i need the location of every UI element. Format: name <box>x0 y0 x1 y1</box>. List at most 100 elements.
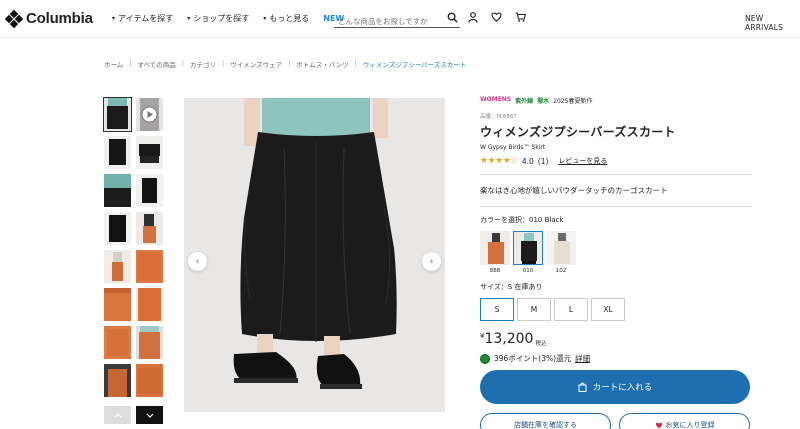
search-box <box>334 9 460 31</box>
shopping-bag-icon <box>578 382 587 392</box>
add-to-wishlist-button[interactable]: お気に入り登録 <box>619 413 750 429</box>
logo-mark-icon <box>4 9 24 28</box>
thumbnail[interactable] <box>104 174 131 207</box>
thumbnail-gallery <box>103 97 163 397</box>
product-tags: WOMENS 紫外線 撥水 2025春夏新作 <box>480 96 752 105</box>
nav-item-find-items[interactable]: ▾ アイテムを探す <box>112 13 173 24</box>
thumbnail[interactable] <box>136 288 163 321</box>
size-option-s[interactable]: S <box>480 298 514 321</box>
thumbnail[interactable] <box>136 212 163 245</box>
search-input[interactable] <box>334 12 438 31</box>
breadcrumb-separator: | <box>354 59 357 67</box>
view-reviews-link[interactable]: レビューを見る <box>558 156 607 166</box>
add-to-wishlist-label: お気に入り登録 <box>665 421 715 429</box>
cart-icon[interactable] <box>515 12 526 22</box>
size-option-m[interactable]: M <box>517 298 551 321</box>
thumbnail-scroll-down-button[interactable] <box>136 406 163 424</box>
product-title: ウィメンズジプシーバーズスカート <box>480 125 676 139</box>
product-subtitle: W Gypsy Birds™ Skirt <box>480 144 546 151</box>
thumbnail[interactable] <box>136 174 163 207</box>
next-image-button[interactable]: › <box>422 252 441 271</box>
breadcrumb-separator: | <box>129 59 132 67</box>
price: ¥ 13,200 税込 <box>480 331 752 347</box>
thumbnail[interactable] <box>104 212 131 245</box>
previous-image-button[interactable]: ‹ <box>188 252 207 271</box>
chevron-down-icon <box>146 413 153 418</box>
add-to-cart-button[interactable]: カートに入れる <box>480 370 750 404</box>
nav-item-more[interactable]: ▾ もっと見る <box>263 13 309 24</box>
thumbnail[interactable] <box>136 136 163 169</box>
review-count: (1) <box>537 156 549 166</box>
rating-value: 4.0 <box>521 156 534 166</box>
swatch-image <box>546 231 576 265</box>
thumbnail[interactable] <box>104 136 131 169</box>
breadcrumb-bottoms[interactable]: ボトムス・パンツ <box>296 59 348 69</box>
chevron-down-icon: ▾ <box>263 15 267 22</box>
color-swatch-010[interactable]: 010 <box>513 231 543 274</box>
breadcrumb-home[interactable]: ホーム <box>104 59 123 69</box>
user-icon[interactable] <box>468 12 478 23</box>
breadcrumb-category[interactable]: カテゴリ <box>190 59 216 69</box>
swatch-code: 888 <box>489 268 501 274</box>
color-label: カラーを選択：010 Black <box>480 216 564 224</box>
color-swatch-888[interactable]: 888 <box>480 231 510 274</box>
points-row: 396ポイント(3%)還元 詳細 <box>480 353 752 364</box>
color-swatches: 888 010 102 <box>480 231 752 274</box>
points-details-link[interactable]: 詳細 <box>575 353 590 364</box>
new-arrivals-link[interactable]: NEW ARRIVALS <box>745 14 800 32</box>
swatch-code: 010 <box>522 268 534 274</box>
nav-item-find-shops[interactable]: ▾ ショップを探す <box>187 13 249 24</box>
search-icon[interactable] <box>447 12 458 23</box>
swatch-image <box>513 231 543 265</box>
size-label: サイズ：S 在庫あり <box>480 283 543 291</box>
thumbnail[interactable] <box>136 250 163 283</box>
thumbnail[interactable] <box>104 364 131 397</box>
swatch-image <box>480 231 510 265</box>
columbia-logo[interactable]: Columbia <box>4 9 93 28</box>
breadcrumb-all-products[interactable]: すべての商品 <box>138 59 176 69</box>
heart-icon[interactable] <box>491 12 502 22</box>
points-text: 396ポイント(3%)還元 <box>494 354 572 363</box>
chevron-down-icon: ▾ <box>112 15 116 22</box>
tag-uv: 紫外線 <box>515 98 534 105</box>
price-tax-note: 税込 <box>535 341 547 347</box>
thumbnail[interactable] <box>104 288 131 321</box>
product-info: WOMENS 紫外線 撥水 2025春夏新作 品番：PL6867 ウィメンズジプ… <box>480 96 752 429</box>
size-option-l[interactable]: L <box>554 298 588 321</box>
chevron-right-icon: › <box>429 256 434 267</box>
swatch-code: 102 <box>555 268 567 274</box>
main-product-image[interactable]: ‹ › <box>184 98 445 412</box>
chevron-up-icon <box>114 412 121 417</box>
thumbnail[interactable] <box>136 364 163 397</box>
thumbnail[interactable] <box>104 326 131 359</box>
breadcrumb-separator: | <box>181 59 185 67</box>
product-photo <box>184 98 445 412</box>
breadcrumb-current: ウィメンズジプシーバーズスカート <box>362 61 467 69</box>
check-store-stock-button[interactable]: 店舗在庫を確認する <box>480 413 611 429</box>
video-thumbnail[interactable] <box>136 98 163 131</box>
product-catch-copy: 楽なはき心地が嬉しいパウダータッチのカーゴスカート <box>480 185 752 207</box>
breadcrumb-womens-wear[interactable]: ウイメンズウェア <box>230 59 282 69</box>
thumbnail[interactable] <box>103 97 132 132</box>
chevron-down-icon: ▾ <box>187 15 191 22</box>
points-badge-icon <box>480 353 490 364</box>
divider <box>480 174 752 175</box>
nav-item-label: アイテムを探す <box>118 14 174 23</box>
check-store-stock-label: 店舗在庫を確認する <box>514 421 577 429</box>
price-amount: 13,200 <box>484 331 534 347</box>
logo-text: Columbia <box>26 10 93 27</box>
main-nav: ▾ アイテムを探す ▾ ショップを探す ▾ もっと見る NEW <box>112 13 344 24</box>
breadcrumb-separator: | <box>288 59 291 67</box>
heart-icon <box>655 422 662 428</box>
color-swatch-102[interactable]: 102 <box>546 231 576 274</box>
header-icons <box>468 12 526 23</box>
thumbnail-scroll-up-button[interactable] <box>104 406 131 424</box>
product-sku: 品番：PL6867 <box>480 114 517 120</box>
star-rating-icon: ★★★★☆ <box>480 156 518 166</box>
tag-womens: WOMENS <box>480 96 512 103</box>
thumbnail[interactable] <box>104 250 131 283</box>
play-icon <box>141 106 158 123</box>
size-option-xl[interactable]: XL <box>591 298 625 321</box>
thumbnail[interactable] <box>136 326 163 359</box>
nav-item-label: もっと見る <box>269 14 310 23</box>
